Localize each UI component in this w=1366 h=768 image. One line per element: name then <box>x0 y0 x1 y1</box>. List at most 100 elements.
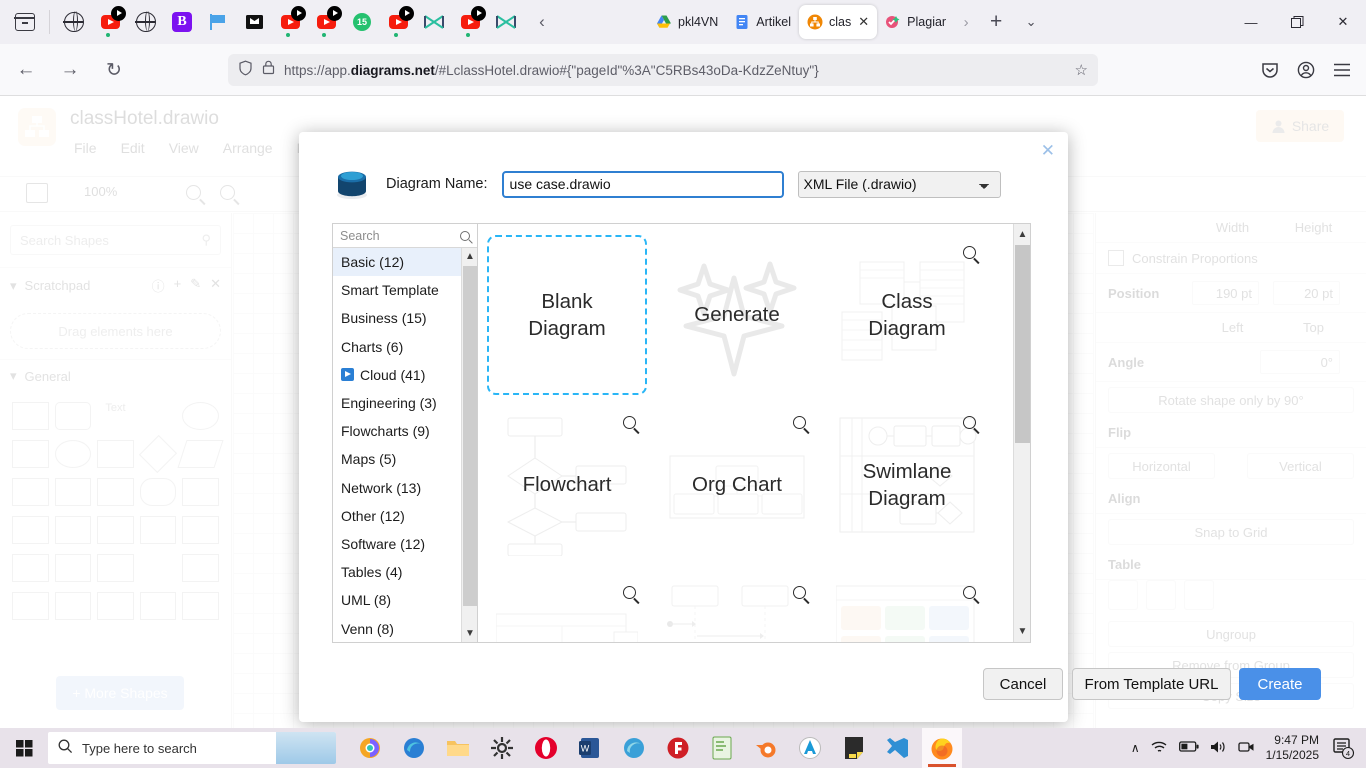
wifi-icon[interactable] <box>1151 740 1168 757</box>
category-search-input[interactable]: Search <box>333 224 477 248</box>
template-entity-relationship[interactable]: Entity <box>482 570 652 642</box>
gmail-icon[interactable] <box>489 5 523 39</box>
new-tab-button[interactable]: + <box>978 10 1014 34</box>
tab-list-chevron-icon[interactable]: ⌄ <box>1014 14 1048 30</box>
template-org-chart[interactable]: Org Chart <box>652 400 822 570</box>
minimize-button[interactable]: — <box>1228 0 1274 44</box>
menu-icon[interactable] <box>1326 54 1358 86</box>
zoom-preview-icon[interactable] <box>623 416 636 429</box>
category-scroll-thumb[interactable] <box>463 266 477 606</box>
sticky-notes-icon[interactable] <box>834 728 874 768</box>
close-icon[interactable]: ✕ <box>1041 141 1055 161</box>
firefox-icon[interactable] <box>922 728 962 768</box>
meet-now-icon[interactable] <box>1237 740 1255 757</box>
close-icon[interactable]: ✕ <box>858 14 869 30</box>
category-item-smart-template[interactable]: Smart Template <box>333 276 477 304</box>
copilot-icon[interactable] <box>350 728 390 768</box>
scroll-up-icon[interactable]: ▲ <box>462 248 478 265</box>
template-scrollbar[interactable]: ▲ ▼ <box>1013 224 1030 642</box>
notifications-button[interactable]: 4 <box>1330 735 1356 761</box>
zoom-preview-icon[interactable] <box>793 416 806 429</box>
reload-button[interactable]: ↻ <box>96 54 132 86</box>
settings-icon[interactable] <box>482 728 522 768</box>
zoom-preview-icon[interactable] <box>963 416 976 429</box>
maximize-button[interactable] <box>1274 0 1320 44</box>
zoom-preview-icon[interactable] <box>623 586 636 599</box>
browser-tab-artikel[interactable]: Artikel <box>726 5 799 39</box>
diagram-name-input[interactable] <box>501 170 784 198</box>
category-item-network[interactable]: Network (13) <box>333 474 477 502</box>
template-blank-diagram[interactable]: Blank Diagram <box>487 235 647 395</box>
template-class-diagram[interactable]: Class Diagram <box>822 230 992 400</box>
youtube-icon[interactable] <box>453 5 487 39</box>
account-icon[interactable] <box>1290 54 1322 86</box>
file-type-select[interactable]: XML File (.drawio) <box>797 170 1001 198</box>
template-simple[interactable]: Simple <box>822 570 992 642</box>
category-item-flowcharts[interactable]: Flowcharts (9) <box>333 417 477 445</box>
taskbar-clock[interactable]: 9:47 PM 1/15/2025 <box>1266 733 1319 763</box>
category-item-business[interactable]: Business (15) <box>333 304 477 332</box>
battery-icon[interactable] <box>1178 740 1199 756</box>
category-item-engineering[interactable]: Engineering (3) <box>333 389 477 417</box>
tray-chevron-icon[interactable]: ∧ <box>1131 741 1140 755</box>
globe-icon[interactable] <box>129 5 163 39</box>
template-flowchart[interactable]: Flowchart <box>482 400 652 570</box>
whatsapp-icon[interactable]: 15 <box>345 5 379 39</box>
category-item-charts[interactable]: Charts (6) <box>333 333 477 361</box>
youtube-icon[interactable] <box>309 5 343 39</box>
youtube-icon[interactable] <box>273 5 307 39</box>
category-scrollbar[interactable]: ▲ ▼ <box>461 248 477 642</box>
category-item-uml[interactable]: UML (8) <box>333 586 477 614</box>
category-item-venn[interactable]: Venn (8) <box>333 614 477 642</box>
volume-icon[interactable] <box>1210 740 1227 757</box>
category-item-software[interactable]: Software (12) <box>333 530 477 558</box>
zoom-preview-icon[interactable] <box>963 586 976 599</box>
browser-tab-pkl4vn[interactable]: pkl4VN <box>648 5 726 39</box>
template-generate[interactable]: Generate <box>652 230 822 400</box>
forward-button[interactable]: → <box>52 54 88 86</box>
notes-icon[interactable] <box>702 728 742 768</box>
bookmarks-collapse-icon[interactable]: ‹ <box>525 5 559 39</box>
vscode-icon[interactable] <box>878 728 918 768</box>
category-item-tables[interactable]: Tables (4) <box>333 558 477 586</box>
globe-icon[interactable] <box>57 5 91 39</box>
gmail-icon[interactable] <box>417 5 451 39</box>
youtube-icon[interactable] <box>93 5 127 39</box>
archive-icon[interactable] <box>8 5 42 39</box>
from-template-url-button[interactable]: From Template URL <box>1072 668 1231 700</box>
autocad-icon[interactable] <box>790 728 830 768</box>
zoom-preview-icon[interactable] <box>793 586 806 599</box>
scroll-down-icon[interactable]: ▼ <box>1014 623 1030 640</box>
browser-tab-classhotel[interactable]: clas ✕ <box>799 5 878 39</box>
back-button[interactable]: ← <box>8 54 44 86</box>
youtube-icon[interactable] <box>381 5 415 39</box>
scroll-down-icon[interactable]: ▼ <box>462 625 478 642</box>
shield-icon[interactable] <box>238 60 253 81</box>
tab-scroll-right-icon[interactable]: › <box>954 14 978 31</box>
bootstrap-icon[interactable]: B <box>165 5 199 39</box>
edge-dev-icon[interactable] <box>614 728 654 768</box>
url-text[interactable]: https://app.diagrams.net/#LclassHotel.dr… <box>284 63 819 78</box>
file-explorer-icon[interactable] <box>438 728 478 768</box>
edge-icon[interactable] <box>394 728 434 768</box>
template-swimlane-diagram[interactable]: Swimlane Diagram <box>822 400 992 570</box>
browser-tab-plagiarism[interactable]: Plagiar <box>877 5 954 39</box>
flag-blue-icon[interactable] <box>201 5 235 39</box>
category-item-maps[interactable]: Maps (5) <box>333 445 477 473</box>
template-sequence-diagram[interactable]: Sequence <box>652 570 822 642</box>
category-item-basic[interactable]: Basic (12) <box>333 248 477 277</box>
flag-black-icon[interactable] <box>237 5 271 39</box>
template-scroll-thumb[interactable] <box>1015 245 1030 443</box>
category-item-cloud[interactable]: Cloud (41) <box>333 361 477 389</box>
taskbar-search-input[interactable]: Type here to search <box>48 732 336 764</box>
pocket-icon[interactable] <box>1254 54 1286 86</box>
zoom-preview-icon[interactable] <box>963 246 976 259</box>
address-bar[interactable]: https://app.diagrams.net/#LclassHotel.dr… <box>228 54 1098 86</box>
lock-icon[interactable] <box>262 60 275 80</box>
bookmark-star-icon[interactable]: ☆ <box>1075 61 1088 79</box>
cancel-button[interactable]: Cancel <box>983 668 1063 700</box>
create-button[interactable]: Create <box>1239 668 1321 700</box>
blender-icon[interactable] <box>746 728 786 768</box>
opera-icon[interactable] <box>526 728 566 768</box>
scroll-up-icon[interactable]: ▲ <box>1014 226 1030 243</box>
